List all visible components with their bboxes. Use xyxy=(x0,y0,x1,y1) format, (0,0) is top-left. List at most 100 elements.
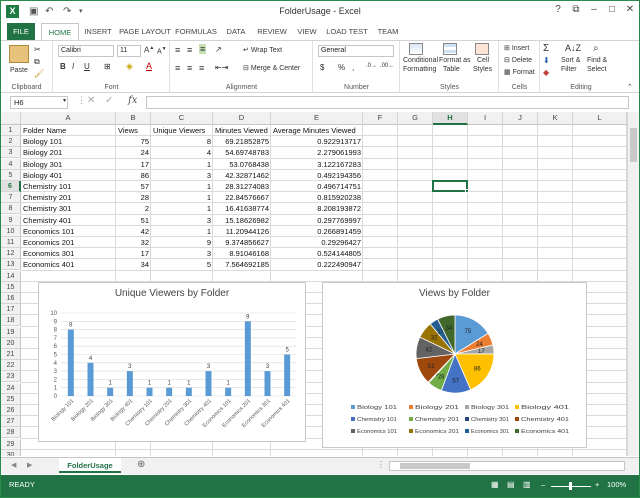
table-cell[interactable]: Biology 101 xyxy=(21,136,116,147)
tab-view[interactable]: VIEW xyxy=(295,23,319,40)
bar-chart[interactable]: Unique Viewers by Folder 0 1 2 3 4 5 6 7 8 9 10 8 Bio… xyxy=(38,282,306,442)
next-sheet-icon[interactable]: ▶ xyxy=(27,461,32,469)
table-cell[interactable]: 1 xyxy=(151,159,213,170)
table-cell[interactable]: 69.21852875 xyxy=(213,136,271,147)
decrease-decimal-icon[interactable]: .00← xyxy=(380,63,394,69)
table-cell[interactable]: 75 xyxy=(116,136,151,147)
row-header-20[interactable]: 20 xyxy=(1,337,21,349)
table-cell[interactable]: 3 xyxy=(151,248,213,259)
table-cell[interactable]: Biology 201 xyxy=(21,147,116,158)
prev-sheet-icon[interactable]: ◀ xyxy=(11,461,16,469)
table-cell[interactable]: 5 xyxy=(151,259,213,270)
table-cell[interactable]: 1 xyxy=(151,192,213,203)
column-header-f[interactable]: F xyxy=(363,112,398,125)
row-header-6[interactable]: 6 xyxy=(1,181,21,192)
row-header-23[interactable]: 23 xyxy=(1,371,21,383)
column-header-k[interactable]: K xyxy=(538,112,573,125)
table-cell[interactable]: 3 xyxy=(151,170,213,181)
column-header-j[interactable]: J xyxy=(503,112,538,125)
borders-icon[interactable]: ⊞ xyxy=(104,62,111,71)
bar-biology-301[interactable] xyxy=(107,387,114,396)
format-cells-button[interactable]: ▦ Format xyxy=(504,68,535,76)
column-header-g[interactable]: G xyxy=(398,112,433,125)
table-cell[interactable]: Biology 401 xyxy=(21,170,116,181)
column-header-b[interactable]: B xyxy=(116,112,151,125)
table-cell[interactable]: 4 xyxy=(151,147,213,158)
conditional-formatting-icon[interactable] xyxy=(409,43,423,55)
tab-load-test[interactable]: LOAD TEST xyxy=(325,23,369,40)
collapse-ribbon-icon[interactable]: ⌃ xyxy=(627,83,633,91)
minimize-button[interactable]: – xyxy=(587,4,601,15)
row-header-3[interactable]: 3 xyxy=(1,147,21,159)
table-cell[interactable]: Chemistry 401 xyxy=(21,215,116,226)
conditional-label-1[interactable]: Conditional xyxy=(403,57,438,64)
table-cell[interactable]: 51 xyxy=(116,215,151,226)
confirm-entry-icon[interactable]: ✓ xyxy=(105,95,113,106)
row-header-16[interactable]: 16 xyxy=(1,293,21,304)
zoom-level[interactable]: 100% xyxy=(607,480,626,489)
table-cell[interactable]: 11.20944126 xyxy=(213,226,271,237)
sort-label-1[interactable]: Sort & xyxy=(561,57,580,64)
row-header-21[interactable]: 21 xyxy=(1,349,21,360)
bar-chemistry-301[interactable] xyxy=(185,387,192,396)
table-cell[interactable]: 28.31274083 xyxy=(213,181,271,192)
table-cell[interactable]: Economics 401 xyxy=(21,259,116,270)
zoom-out-button[interactable]: – xyxy=(541,480,545,489)
row-header-26[interactable]: 26 xyxy=(1,405,21,416)
formula-input[interactable] xyxy=(146,96,629,109)
table-header-cell[interactable]: Minutes Viewed xyxy=(213,125,271,136)
bar-chemistry-401[interactable] xyxy=(205,371,212,396)
table-cell[interactable]: 2.279061993 xyxy=(271,147,363,158)
cell-styles-icon[interactable] xyxy=(475,43,489,55)
table-cell[interactable]: 0.222490947 xyxy=(271,259,363,270)
tab-review[interactable]: REVIEW xyxy=(255,23,289,40)
table-cell[interactable]: 32 xyxy=(116,237,151,248)
bar-economics-301[interactable] xyxy=(264,371,271,396)
table-cell[interactable]: Economics 301 xyxy=(21,248,116,259)
find-select-icon[interactable]: ⌕ xyxy=(593,43,599,54)
row-header-30[interactable]: 30 xyxy=(1,449,21,456)
paste-button[interactable]: Paste xyxy=(10,67,28,74)
table-cell[interactable]: Chemistry 101 xyxy=(21,181,116,192)
table-cell[interactable]: 1 xyxy=(151,181,213,192)
zoom-in-button[interactable]: + xyxy=(595,480,599,489)
table-cell[interactable]: 0.297769997 xyxy=(271,215,363,226)
horizontal-scrollbar[interactable] xyxy=(389,461,625,471)
bar-economics-401[interactable] xyxy=(284,354,291,397)
row-header-2[interactable]: 2 xyxy=(1,136,21,148)
row-header-19[interactable]: 19 xyxy=(1,326,21,338)
maximize-button[interactable]: □ xyxy=(605,4,619,15)
fill-color-icon[interactable]: ◈ xyxy=(126,61,133,72)
cell-styles-label-1[interactable]: Cell xyxy=(477,57,489,64)
row-header-13[interactable]: 13 xyxy=(1,259,21,271)
percent-button[interactable]: % xyxy=(338,63,345,72)
column-header-c[interactable]: C xyxy=(151,112,213,125)
table-cell[interactable]: 1 xyxy=(151,226,213,237)
bar-economics-101[interactable] xyxy=(225,387,232,396)
row-header-12[interactable]: 12 xyxy=(1,248,21,260)
tab-data[interactable]: DATA xyxy=(223,23,249,40)
table-cell[interactable]: 24 xyxy=(116,147,151,158)
table-cell[interactable]: 15.18626982 xyxy=(213,215,271,226)
row-header-7[interactable]: 7 xyxy=(1,192,21,204)
find-label-1[interactable]: Find & xyxy=(587,57,607,64)
grow-font-icon[interactable]: A▲ xyxy=(144,45,154,55)
fill-icon[interactable]: ⬇ xyxy=(543,56,550,65)
format-as-label-2[interactable]: Table xyxy=(443,66,460,73)
font-name-select[interactable]: Calibri xyxy=(58,45,114,57)
table-cell[interactable]: 0.815920238 xyxy=(271,192,363,203)
cut-icon[interactable]: ✂ xyxy=(34,45,41,54)
tab-team[interactable]: TEAM xyxy=(375,23,401,40)
vertical-scroll-thumb[interactable] xyxy=(630,128,637,162)
column-header-h[interactable]: H xyxy=(433,112,468,125)
ribbon-display-button[interactable]: ⧉ xyxy=(569,4,583,15)
table-cell[interactable]: 2 xyxy=(116,203,151,214)
fill-handle[interactable] xyxy=(465,189,469,194)
insert-function-button[interactable]: fx xyxy=(128,95,137,106)
column-header-d[interactable]: D xyxy=(213,112,271,125)
table-cell[interactable]: Economics 101 xyxy=(21,226,116,237)
table-cell[interactable]: 0.496714751 xyxy=(271,181,363,192)
indent-icon[interactable]: ⇤⇥ xyxy=(215,63,228,72)
column-header-i[interactable]: I xyxy=(468,112,503,125)
tab-page-layout[interactable]: PAGE LAYOUT xyxy=(119,23,171,40)
